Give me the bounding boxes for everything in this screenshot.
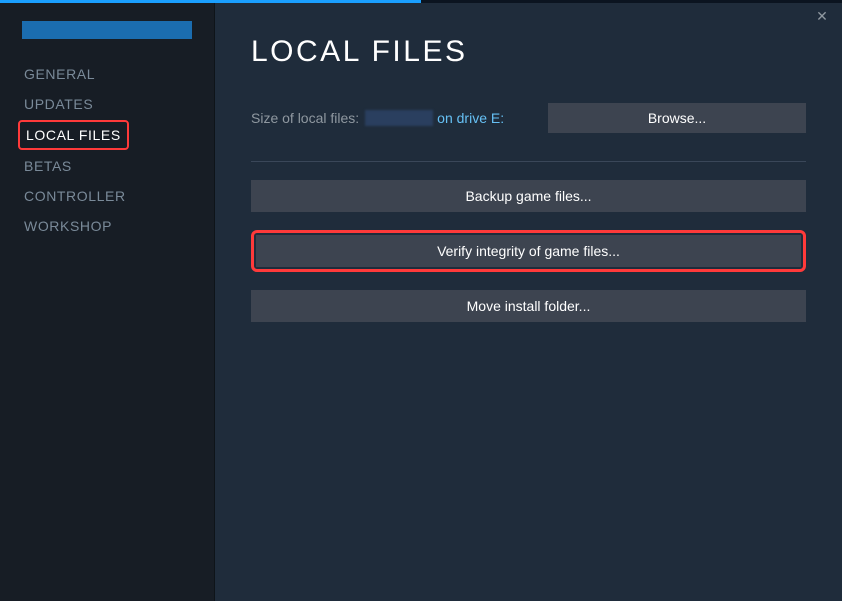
sidebar-item-general[interactable]: GENERAL [0, 59, 214, 89]
move-install-folder-button[interactable]: Move install folder... [251, 290, 806, 322]
move-button-label: Move install folder... [467, 298, 591, 314]
page-title: LOCAL FILES [251, 35, 806, 69]
browse-button-label: Browse... [648, 110, 706, 126]
sidebar-item-label: GENERAL [24, 66, 95, 82]
top-accent-bar [0, 0, 842, 3]
size-label: Size of local files: [251, 110, 359, 126]
local-files-info-row: Size of local files: on drive E: Browse.… [251, 103, 806, 133]
main-panel: LOCAL FILES Size of local files: on driv… [215, 3, 842, 601]
size-value-redacted [365, 110, 433, 126]
sidebar-item-label: CONTROLLER [24, 188, 126, 204]
sidebar-item-label: WORKSHOP [24, 218, 112, 234]
annotation-highlight-verify: Verify integrity of game files... [251, 230, 806, 272]
drive-label: on drive E: [437, 110, 504, 126]
sidebar-item-workshop[interactable]: WORKSHOP [0, 211, 214, 241]
divider [251, 161, 806, 162]
sidebar-item-controller[interactable]: CONTROLLER [0, 181, 214, 211]
sidebar-item-local-files[interactable]: LOCAL FILES [26, 127, 121, 143]
sidebar-item-updates[interactable]: UPDATES [0, 89, 214, 119]
close-icon[interactable]: ✕ [814, 8, 830, 24]
sidebar-item-label: BETAS [24, 158, 72, 174]
sidebar: GENERAL UPDATES LOCAL FILES BETAS CONTRO… [0, 3, 215, 601]
main-container: GENERAL UPDATES LOCAL FILES BETAS CONTRO… [0, 0, 842, 601]
annotation-highlight-sidebar: LOCAL FILES [18, 120, 129, 150]
sidebar-item-label: UPDATES [24, 96, 93, 112]
browse-button[interactable]: Browse... [548, 103, 806, 133]
backup-game-files-button[interactable]: Backup game files... [251, 180, 806, 212]
sidebar-item-betas[interactable]: BETAS [0, 151, 214, 181]
verify-integrity-button[interactable]: Verify integrity of game files... [256, 235, 801, 267]
backup-button-label: Backup game files... [465, 188, 591, 204]
sidebar-banner [22, 21, 192, 39]
sidebar-item-label: LOCAL FILES [26, 127, 121, 143]
verify-button-label: Verify integrity of game files... [437, 243, 620, 259]
